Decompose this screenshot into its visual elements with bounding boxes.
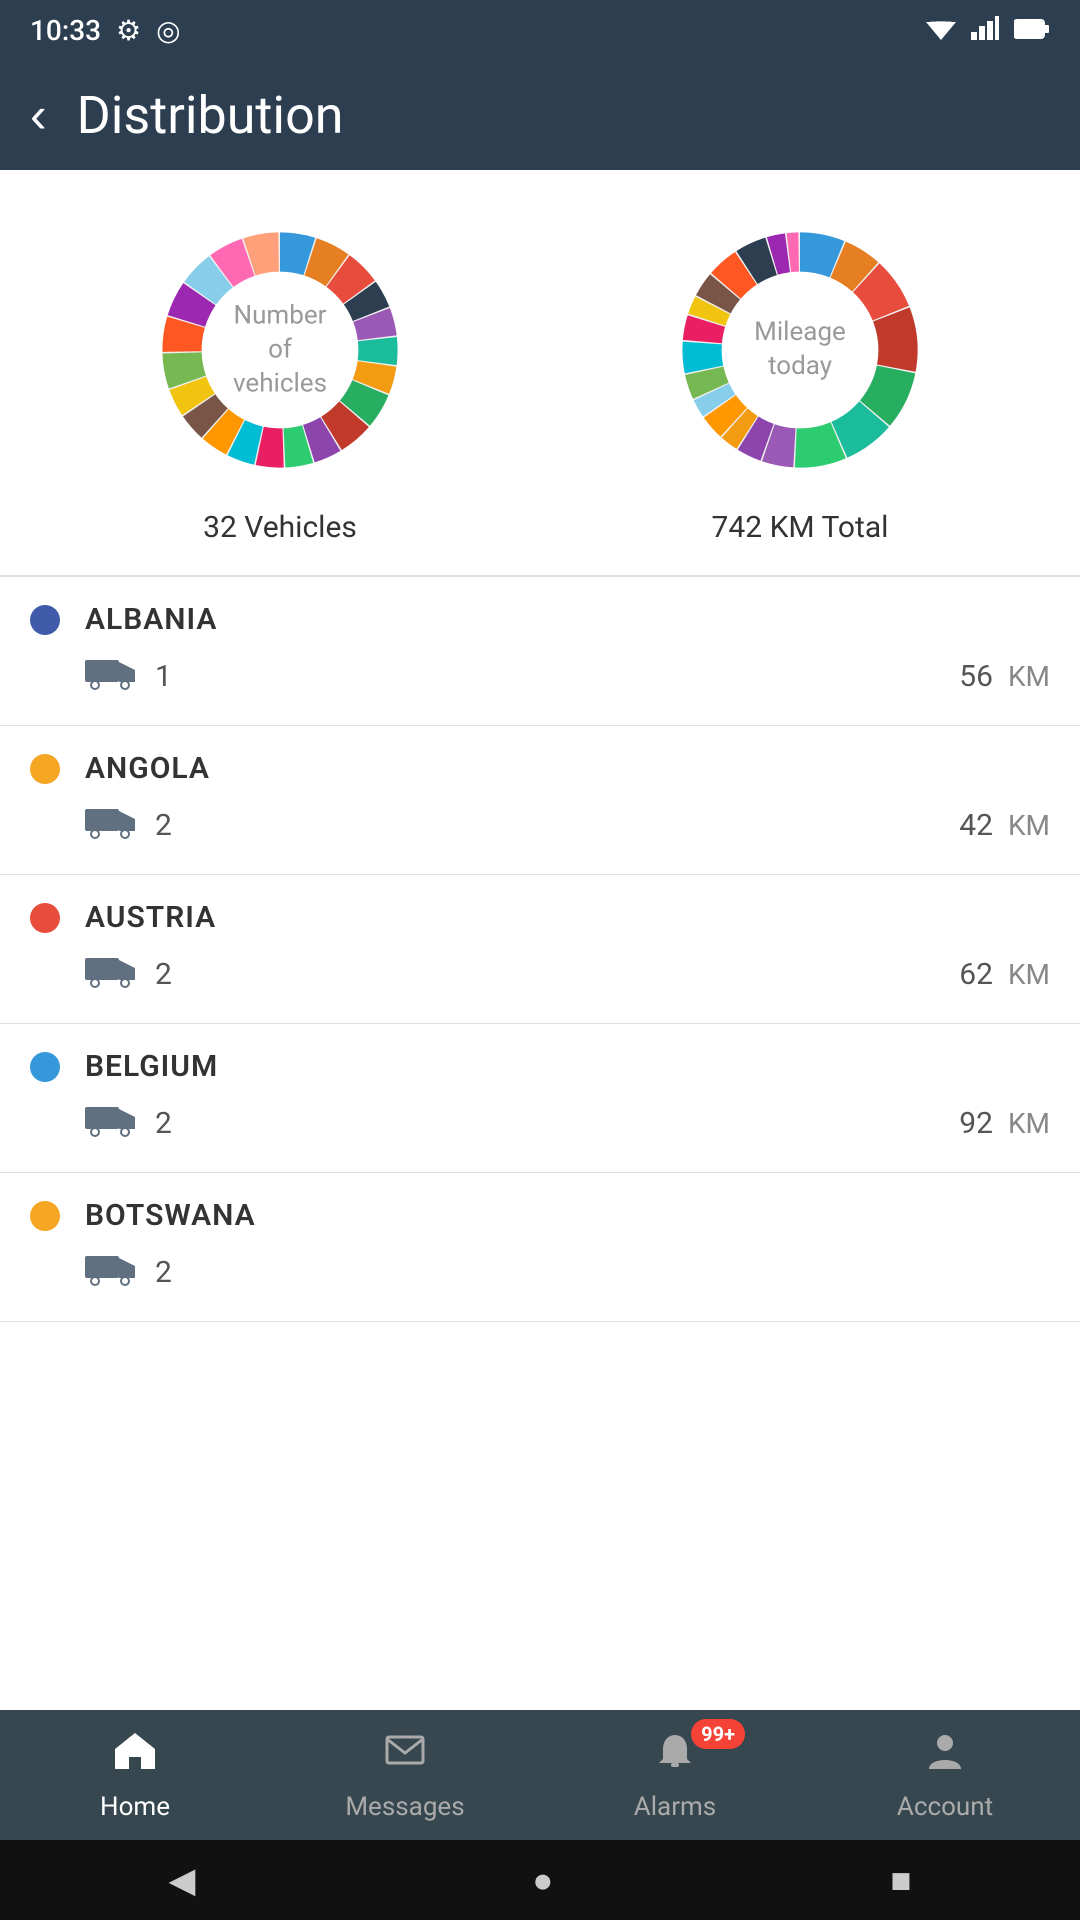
country-item[interactable]: ANGOLA 2 [0, 726, 1080, 875]
km-value: 56 [959, 659, 993, 694]
country-color-dot [30, 754, 60, 784]
page-title: Distribution [77, 85, 344, 146]
country-list: ALBANIA 1 [0, 577, 1080, 1322]
km-info: 42 KM [959, 808, 1050, 843]
country-item[interactable]: BELGIUM 2 [0, 1024, 1080, 1173]
country-color-dot [30, 1052, 60, 1082]
sys-home-button[interactable]: ● [532, 1860, 553, 1901]
status-left: 10:33 ⚙ ◎ [30, 14, 181, 47]
detail-left: 2 [85, 1248, 172, 1296]
country-header: BOTSWANA [30, 1198, 1050, 1233]
mileage-donut: Mileagetoday [660, 210, 940, 490]
country-name: AUSTRIA [85, 900, 216, 935]
nav-item-alarms[interactable]: 99+ Alarms [575, 1729, 775, 1822]
detail-left: 1 [85, 652, 172, 700]
account-label: Account [897, 1792, 993, 1822]
status-bar: 10:33 ⚙ ◎ [0, 0, 1080, 60]
nav-item-home[interactable]: Home [35, 1729, 235, 1822]
sys-back-button[interactable]: ◀ [168, 1860, 195, 1901]
battery-icon [1014, 14, 1050, 47]
km-value: 92 [959, 1106, 993, 1141]
truck-icon [85, 652, 135, 700]
nav-item-account[interactable]: Account [845, 1729, 1045, 1822]
country-detail: 2 62 KM [30, 950, 1050, 998]
km-value: 62 [959, 957, 993, 992]
at-icon: ◎ [156, 14, 180, 47]
mileage-chart: Mileagetoday 742 KM Total [660, 210, 940, 545]
vehicles-donut: Numberofvehicles [140, 210, 420, 490]
km-label: KM [1008, 958, 1050, 991]
truck-icon [85, 801, 135, 849]
settings-icon: ⚙ [116, 14, 141, 47]
wifi-icon [926, 14, 956, 47]
vehicles-donut-svg [140, 210, 420, 490]
vehicle-count: 2 [155, 1255, 172, 1290]
mileage-donut-svg [660, 210, 940, 490]
vehicles-chart: Numberofvehicles 32 Vehicles [140, 210, 420, 545]
km-info: 92 KM [959, 1106, 1050, 1141]
country-header: AUSTRIA [30, 900, 1050, 935]
vehicles-total: 32 Vehicles [203, 510, 357, 545]
country-name: BELGIUM [85, 1049, 218, 1084]
km-value: 42 [959, 808, 993, 843]
country-color-dot [30, 903, 60, 933]
truck-icon [85, 1099, 135, 1147]
home-icon [113, 1729, 157, 1784]
bottom-nav: Home Messages 99+ Alarms Account [0, 1710, 1080, 1840]
km-label: KM [1008, 660, 1050, 693]
detail-left: 2 [85, 1099, 172, 1147]
km-info: 56 KM [959, 659, 1050, 694]
country-header: ALBANIA [30, 602, 1050, 637]
account-icon [923, 1729, 967, 1784]
signal-icon [971, 14, 999, 47]
km-info: 62 KM [959, 957, 1050, 992]
status-right [926, 14, 1050, 47]
main-content: Numberofvehicles 32 Vehicles Mileagetoda… [0, 170, 1080, 1710]
country-detail: 1 56 KM [30, 652, 1050, 700]
detail-left: 2 [85, 950, 172, 998]
km-label: KM [1008, 1107, 1050, 1140]
home-label: Home [100, 1792, 170, 1822]
country-name: ALBANIA [85, 602, 217, 637]
back-button[interactable]: ‹ [30, 86, 47, 144]
vehicle-count: 2 [155, 1106, 172, 1141]
vehicle-count: 2 [155, 808, 172, 843]
country-color-dot [30, 1201, 60, 1231]
km-label: KM [1008, 809, 1050, 842]
country-color-dot [30, 605, 60, 635]
sys-nav: ◀ ● ■ [0, 1840, 1080, 1920]
messages-icon [383, 1729, 427, 1784]
country-item[interactable]: ALBANIA 1 [0, 577, 1080, 726]
messages-label: Messages [345, 1792, 464, 1822]
country-header: BELGIUM [30, 1049, 1050, 1084]
status-time: 10:33 [30, 14, 101, 47]
country-detail: 2 42 KM [30, 801, 1050, 849]
top-bar: ‹ Distribution [0, 60, 1080, 170]
country-item[interactable]: AUSTRIA 2 [0, 875, 1080, 1024]
country-detail: 2 92 KM [30, 1099, 1050, 1147]
truck-icon [85, 1248, 135, 1296]
nav-item-messages[interactable]: Messages [305, 1729, 505, 1822]
sys-recent-button[interactable]: ■ [890, 1860, 911, 1901]
truck-icon [85, 950, 135, 998]
country-item[interactable]: BOTSWANA 2 [0, 1173, 1080, 1322]
vehicle-count: 2 [155, 957, 172, 992]
country-header: ANGOLA [30, 751, 1050, 786]
detail-left: 2 [85, 801, 172, 849]
vehicle-count: 1 [155, 659, 172, 694]
country-detail: 2 [30, 1248, 1050, 1296]
alarms-label: Alarms [634, 1792, 716, 1822]
charts-section: Numberofvehicles 32 Vehicles Mileagetoda… [0, 170, 1080, 575]
alarm-badge: 99+ [691, 1719, 745, 1749]
mileage-total: 742 KM Total [712, 510, 889, 545]
country-name: ANGOLA [85, 751, 210, 786]
country-name: BOTSWANA [85, 1198, 256, 1233]
